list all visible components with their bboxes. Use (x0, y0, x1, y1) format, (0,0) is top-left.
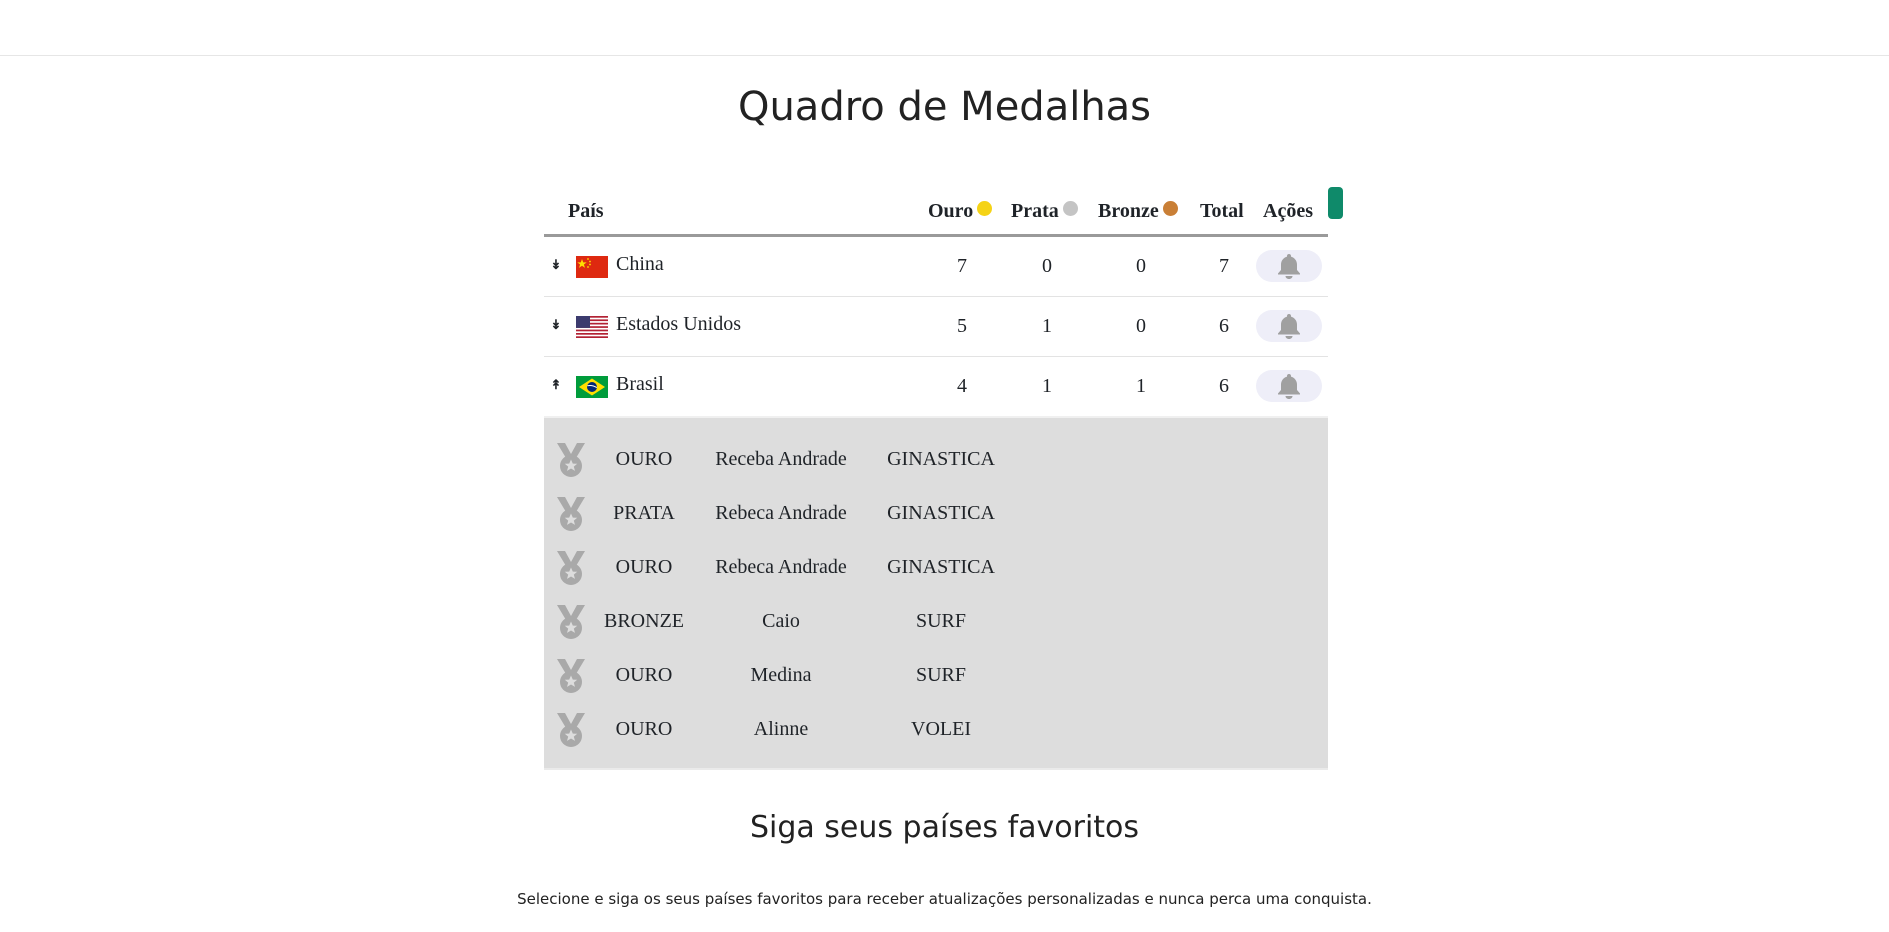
gold-count: 7 (957, 255, 967, 277)
sport-name: GINASTICA (887, 448, 995, 470)
silver-dot-icon (1062, 201, 1078, 216)
sport-name: VOLEI (911, 718, 971, 740)
follow-section-title: Siga seus países favoritos (749, 810, 1140, 845)
sport-name: SURF (915, 664, 967, 686)
gold-dot-icon (977, 201, 993, 216)
medal-icon (557, 605, 585, 639)
country-name: Estados Unidos (616, 313, 741, 335)
total-count: 6 (1219, 315, 1229, 337)
header-total: Total (1200, 200, 1244, 222)
medal-icon (557, 443, 585, 477)
medal-type: PRATA (613, 502, 675, 524)
medal-icon (557, 659, 585, 693)
total-count: 6 (1219, 375, 1229, 397)
bronze-dot-icon (1162, 201, 1178, 216)
follow-section-description: Selecione e siga os seus países favorito… (517, 890, 1372, 908)
usa-flag-icon (576, 316, 608, 338)
medal-detail-row: PRATA Rebeca Andrade GINASTICA (544, 494, 1328, 534)
header-bronze-label: Bronze (1098, 200, 1159, 222)
athlete-name: Rebeca Andrade (715, 502, 847, 524)
gold-count: 5 (957, 315, 967, 337)
header-silver: Prata (1011, 200, 1078, 223)
table-row[interactable]: ↡ China 7 0 0 7 (544, 237, 1328, 297)
athlete-name: Caio (762, 610, 800, 632)
side-tab-handle[interactable] (1328, 187, 1343, 219)
silver-count: 0 (1042, 255, 1052, 277)
medal-icon (557, 713, 585, 747)
medal-type: OURO (615, 448, 673, 470)
athlete-name: Receba Andrade (715, 448, 847, 470)
bronze-count: 0 (1136, 315, 1146, 337)
header-country: País (568, 200, 604, 222)
expand-toggle-icon[interactable]: ↡ (548, 317, 564, 337)
gold-count: 4 (957, 375, 967, 397)
table-header: País Ouro Prata Bronze Total Ações (544, 187, 1343, 237)
page-title: Quadro de Medalhas (737, 84, 1152, 130)
athlete-name: Alinne (753, 718, 809, 740)
total-count: 7 (1219, 255, 1229, 277)
medal-detail-row: OURO Medina SURF (544, 656, 1328, 696)
table-row[interactable]: ↟ Brasil 4 1 1 6 (544, 357, 1328, 417)
follow-button[interactable] (1256, 310, 1322, 342)
bronze-count: 0 (1136, 255, 1146, 277)
medal-type: OURO (615, 718, 673, 740)
medal-type: BRONZE (604, 610, 684, 632)
medal-type: OURO (615, 556, 673, 578)
sport-name: GINASTICA (887, 502, 995, 524)
sport-name: GINASTICA (887, 556, 995, 578)
table-row[interactable]: ↡ Estados Unidos 5 1 0 6 (544, 297, 1328, 357)
country-name: Brasil (616, 373, 664, 395)
medal-details-panel: OURO Receba Andrade GINASTICA PRATA Rebe… (544, 416, 1328, 770)
header-bronze: Bronze (1098, 200, 1178, 223)
bell-icon (1278, 374, 1300, 399)
header-gold: Ouro (928, 200, 993, 223)
expand-toggle-icon[interactable]: ↡ (548, 257, 564, 277)
medal-icon (557, 497, 585, 531)
brazil-flag-icon (576, 376, 608, 398)
country-name: China (616, 253, 664, 275)
collapse-toggle-icon[interactable]: ↟ (548, 377, 564, 397)
athlete-name: Rebeca Andrade (715, 556, 847, 578)
medal-type: OURO (615, 664, 673, 686)
bell-icon (1278, 254, 1300, 279)
follow-button[interactable] (1256, 250, 1322, 282)
header-silver-label: Prata (1011, 200, 1059, 222)
bronze-count: 1 (1136, 375, 1146, 397)
follow-button[interactable] (1256, 370, 1322, 402)
china-flag-icon (576, 256, 608, 278)
top-navbar (0, 0, 1889, 56)
medal-detail-row: OURO Alinne VOLEI (544, 710, 1328, 750)
header-gold-label: Ouro (928, 200, 974, 222)
medal-detail-row: OURO Receba Andrade GINASTICA (544, 440, 1328, 480)
silver-count: 1 (1042, 375, 1052, 397)
silver-count: 1 (1042, 315, 1052, 337)
medal-icon (557, 551, 585, 585)
sport-name: SURF (915, 610, 967, 632)
header-actions: Ações (1263, 200, 1313, 222)
athlete-name: Medina (750, 664, 812, 686)
medal-detail-row: OURO Rebeca Andrade GINASTICA (544, 548, 1328, 588)
bell-icon (1278, 314, 1300, 339)
medal-detail-row: BRONZE Caio SURF (544, 602, 1328, 642)
medal-table: País Ouro Prata Bronze Total Ações ↡ Chi… (544, 187, 1343, 770)
